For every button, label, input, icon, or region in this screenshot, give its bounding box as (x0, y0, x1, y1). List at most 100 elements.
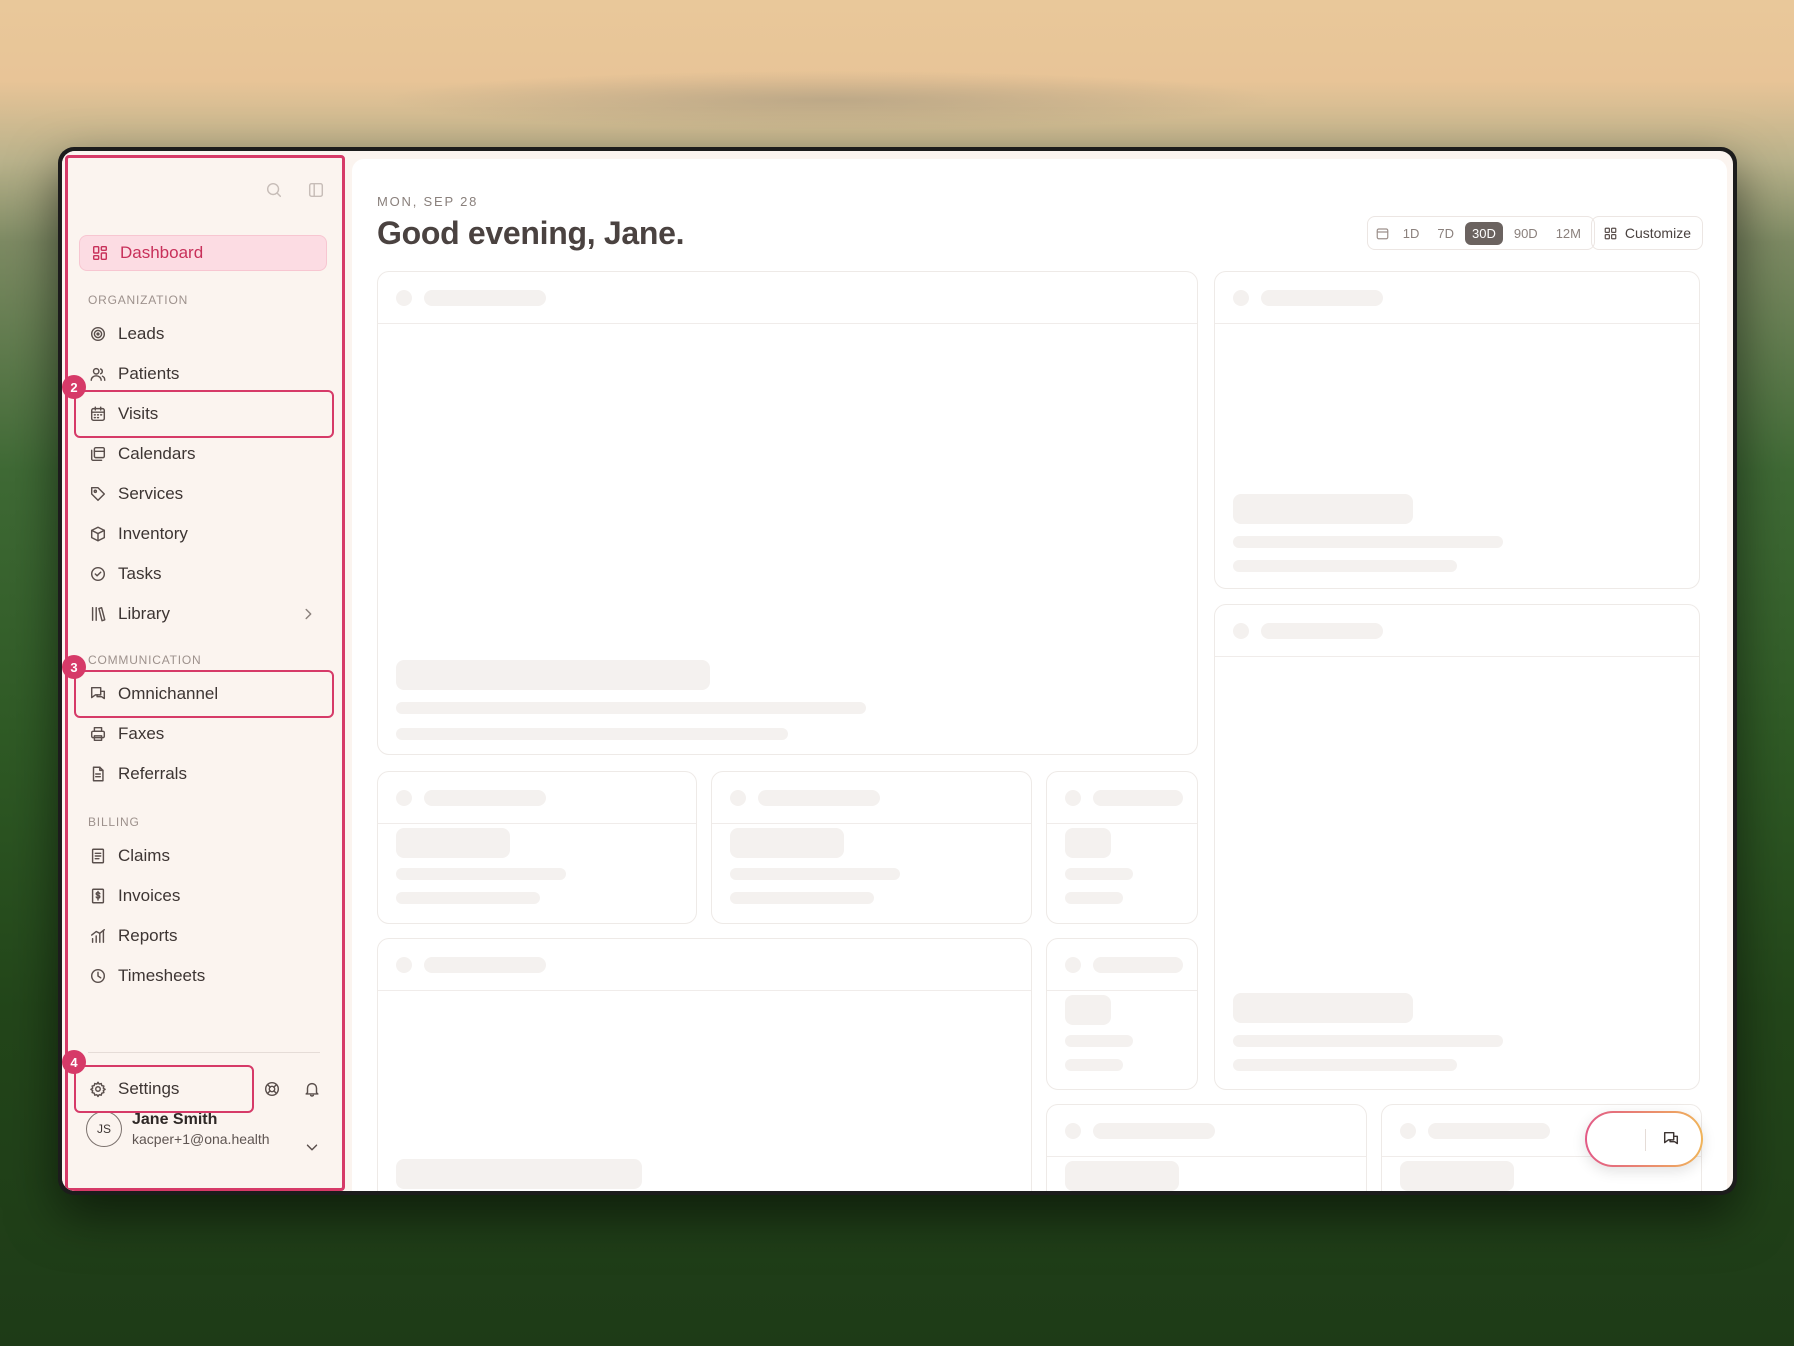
sidebar-item-label: Claims (118, 846, 170, 865)
sidebar-item-visits[interactable]: Visits (88, 399, 318, 429)
user-info: Jane Smith kacper+1@ona.health (132, 1111, 270, 1147)
sidebar-annotation-frame (65, 155, 345, 1191)
sidebar-item-label: Inventory (118, 524, 188, 543)
chat-bubbles-icon (88, 684, 108, 704)
sidebar-item-label: Leads (118, 324, 165, 343)
section-communication: COMMUNICATION (88, 653, 202, 667)
range-option-90d[interactable]: 90D (1507, 222, 1545, 245)
section-billing: BILLING (88, 815, 140, 829)
chart-bars-icon (88, 926, 108, 946)
sidebar-item-label: Library (118, 604, 170, 623)
range-option-12m[interactable]: 12M (1549, 222, 1588, 245)
annotation-badge: 2 (62, 375, 86, 399)
skeleton-card (711, 771, 1032, 924)
sidebar-item-label: Timesheets (118, 966, 206, 985)
search-icon[interactable] (264, 180, 284, 200)
user-name: Jane Smith (132, 1111, 218, 1128)
sidebar-item-tasks[interactable]: Tasks (88, 559, 318, 589)
document-icon (88, 764, 108, 784)
skeleton-card-large (377, 271, 1198, 755)
sidebar-item-label: Calendars (118, 444, 196, 463)
sidebar-item-calendars[interactable]: Calendars (88, 439, 318, 469)
gear-icon (88, 1079, 108, 1099)
skeleton-card (1046, 938, 1198, 1090)
target-icon (88, 324, 108, 344)
sidebar-item-timesheets[interactable]: Timesheets (88, 961, 318, 991)
avatar: JS (86, 1111, 122, 1147)
sidebar-item-label: Omnichannel (118, 684, 219, 703)
sidebar-item-label: Services (118, 484, 184, 503)
calendar-icon (88, 404, 108, 424)
grid-icon (1603, 223, 1619, 243)
library-icon (88, 604, 108, 624)
current-date: MON, SEP 28 (377, 194, 479, 209)
fab-separator (1645, 1129, 1646, 1151)
sidebar-toggle-icon[interactable] (306, 180, 326, 200)
sidebar-divider (88, 1052, 320, 1053)
printer-icon (88, 724, 108, 744)
app-window: Dashboard ORGANIZATION Leads Patients Vi… (58, 147, 1737, 1195)
annotation-badge: 3 (62, 655, 86, 679)
sidebar-item-label: Referrals (118, 764, 187, 783)
skeleton-card (377, 771, 697, 924)
annotation-badge: 4 (62, 1050, 86, 1074)
clock-icon (88, 966, 108, 986)
sidebar-item-label: Reports (118, 926, 178, 945)
sidebar-item-label: Dashboard (120, 243, 204, 262)
skeleton-card (377, 938, 1032, 1191)
sidebar-top-icons (264, 180, 326, 200)
chevron-right-icon[interactable] (298, 604, 318, 624)
sidebar-item-faxes[interactable]: Faxes (88, 719, 318, 749)
sidebar-item-reports[interactable]: Reports (88, 921, 318, 951)
settings-label: Settings (118, 1079, 180, 1098)
sidebar-item-leads[interactable]: Leads (88, 319, 318, 349)
dashboard-icon (90, 243, 110, 263)
skeleton-card (1214, 271, 1700, 589)
sidebar-item-label: Faxes (118, 724, 165, 743)
app: Dashboard ORGANIZATION Leads Patients Vi… (62, 151, 1733, 1191)
sidebar-item-referrals[interactable]: Referrals (88, 759, 318, 789)
check-circle-icon (88, 564, 108, 584)
user-email: kacper+1@ona.health (132, 1131, 270, 1147)
customize-label: Customize (1624, 225, 1691, 241)
sidebar-item-dashboard[interactable]: Dashboard (79, 235, 327, 271)
sidebar: Dashboard ORGANIZATION Leads Patients Vi… (62, 151, 346, 1191)
skeleton-card (1046, 1104, 1367, 1191)
users-icon (88, 364, 108, 384)
section-organization: ORGANIZATION (88, 293, 189, 307)
chevron-down-icon[interactable] (302, 1137, 322, 1157)
sky-cloud (380, 70, 1280, 130)
calendar-icon (1374, 223, 1392, 243)
range-option-1d[interactable]: 1D (1396, 222, 1427, 245)
sidebar-item-label: Patients (118, 364, 180, 383)
sidebar-item-inventory[interactable]: Inventory (88, 519, 318, 549)
page-title: Good evening, Jane. (377, 215, 685, 251)
date-range-selector: 1D 7D 30D 90D 12M (1366, 216, 1595, 250)
bell-icon[interactable] (302, 1079, 322, 1099)
sidebar-item-claims[interactable]: Claims (88, 841, 318, 871)
sidebar-item-label: Tasks (118, 564, 162, 583)
customize-button[interactable]: Customize (1590, 216, 1703, 250)
sidebar-item-patients[interactable]: Patients (88, 359, 318, 389)
tag-icon (88, 484, 108, 504)
range-option-7d[interactable]: 7D (1430, 222, 1461, 245)
chat-bubbles-icon[interactable] (1661, 1129, 1681, 1149)
sidebar-item-label: Invoices (118, 886, 181, 905)
sidebar-item-omnichannel[interactable]: Omnichannel (88, 679, 318, 709)
sidebar-item-label: Visits (118, 404, 159, 423)
chat-fab[interactable] (1585, 1111, 1703, 1167)
box-icon (88, 524, 108, 544)
main-content: MON, SEP 28 Good evening, Jane. 1D 7D 30… (352, 159, 1727, 1191)
sidebar-item-services[interactable]: Services (88, 479, 318, 509)
skeleton-card (1214, 604, 1700, 1090)
lifebuoy-icon[interactable] (262, 1079, 282, 1099)
range-option-30d[interactable]: 30D (1464, 221, 1503, 245)
receipt-icon (88, 846, 108, 866)
settings-button[interactable]: Settings (88, 1074, 228, 1104)
sidebar-item-library[interactable]: Library (88, 599, 318, 629)
user-menu[interactable]: JS Jane Smith kacper+1@ona.health (86, 1111, 270, 1147)
skeleton-card (1046, 771, 1198, 924)
sidebar-item-invoices[interactable]: Invoices (88, 881, 318, 911)
invoice-dollar-icon (88, 886, 108, 906)
calendars-icon (88, 444, 108, 464)
